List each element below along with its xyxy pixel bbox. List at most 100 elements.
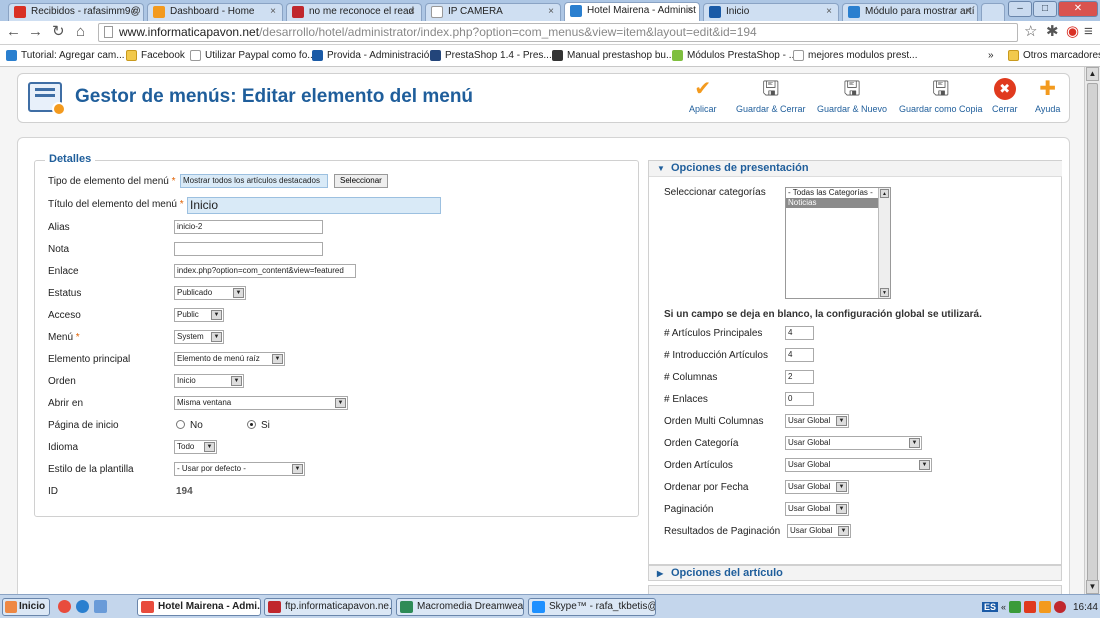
alias-input[interactable]: inicio-2 [174,220,323,234]
menu-icon[interactable]: ≡ [1084,24,1093,40]
details-legend: Detalles [45,153,96,165]
maximize-button[interactable]: □ [1033,1,1057,17]
select-type-button[interactable]: Seleccionar [334,174,388,188]
antivirus-icon[interactable] [1023,601,1036,613]
parent-select[interactable]: Elemento de menú raíz ▼ [174,352,285,366]
pagination-results-select[interactable]: Usar Global ▼ [787,524,851,538]
article-options-header[interactable]: ▶ Opciones del artículo [648,565,1062,581]
save-new-button[interactable]: 🖫 Guardar & Nuevo [817,78,887,114]
joomla-icon [848,6,860,18]
row-menu: Menú * System ▼ [48,330,348,346]
tab-hotel-mairena[interactable]: Hotel Mairena - Administ × [564,2,700,21]
task-dreamweaver[interactable]: Macromedia Dreamweav... [396,598,524,616]
close-tab-icon[interactable]: × [826,4,832,20]
multi-column-order-select[interactable]: Usar Global ▼ [785,414,849,428]
start-button[interactable]: Inicio [2,598,51,616]
bookmark-prestashop[interactable]: PrestaShop 1.4 - Pres... [430,49,552,63]
star-icon[interactable]: ☆ [1024,24,1037,40]
home-si-radio[interactable] [247,420,256,429]
columns-input[interactable]: 2 [785,370,814,384]
tab-gmail[interactable]: Recibidos - rafasimm9@ × [8,3,144,21]
home-icon[interactable]: ⌂ [76,24,85,40]
new-tab-button[interactable] [981,3,1005,21]
back-arrow-icon[interactable]: ← [6,24,21,40]
category-option-noticias[interactable]: Noticias [786,198,878,208]
close-button[interactable]: ✖ Cerrar [992,78,1018,114]
update-icon[interactable] [1038,601,1051,613]
opera-icon[interactable]: ◉ [1066,24,1079,40]
scroll-thumb[interactable] [1087,83,1098,583]
tray-expand-icon[interactable]: « [1001,602,1006,612]
close-tab-icon[interactable]: × [409,4,415,20]
page-viewport: Gestor de menús: Editar elemento del men… [0,67,1084,594]
close-tab-icon[interactable]: × [687,3,693,19]
bookmark-mejores[interactable]: mejores modulos prest... [793,49,918,63]
date-order-select[interactable]: Usar Global ▼ [785,480,849,494]
listbox-scrollbar[interactable]: ▲ ▼ [878,188,890,298]
bookmark-modulos[interactable]: Módulos PrestaShop - ... [672,49,797,63]
bookmark-manual[interactable]: Manual prestashop bu... [552,49,674,63]
other-bookmarks[interactable]: Otros marcadores [1008,49,1100,63]
bookmark-facebook[interactable]: Facebook [126,49,185,63]
language-select[interactable]: Todo ▼ [174,440,217,454]
explorer-icon[interactable] [94,600,107,613]
scroll-down-icon[interactable]: ▼ [1086,580,1099,594]
next-options-header[interactable] [648,585,1062,594]
bookmarks-more[interactable]: » [988,49,994,63]
scroll-down-icon[interactable]: ▼ [880,288,889,297]
status-select[interactable]: Publicado ▼ [174,286,246,300]
note-input[interactable] [174,242,323,256]
category-option-all[interactable]: - Todas las Categorías - [786,188,878,198]
language-indicator[interactable]: ES [981,602,998,612]
save-close-button[interactable]: 🖫 Guardar & Cerrar [736,78,806,114]
categories-listbox[interactable]: - Todas las Categorías - Noticias ▲ ▼ [785,187,891,299]
bookmark-provida[interactable]: Provida - Administración [312,49,435,63]
template-style-select[interactable]: - Usar por defecto - ▼ [174,462,305,476]
leading-articles-input[interactable]: 4 [785,326,814,340]
access-select[interactable]: Public ▼ [174,308,224,322]
tab-inicio[interactable]: Inicio × [703,3,839,21]
task-skype[interactable]: Skype™ - rafa_tkbetis@... [528,598,656,616]
reload-icon[interactable]: ↻ [52,24,65,40]
close-tab-icon[interactable]: × [270,4,276,20]
menu-select[interactable]: System ▼ [174,330,224,344]
ie-icon[interactable] [76,600,89,613]
link-input[interactable]: index.php?option=com_content&view=featur… [174,264,356,278]
help-button[interactable]: ✚ Ayuda [1035,78,1060,114]
intro-articles-input[interactable]: 4 [785,348,814,362]
close-window-button[interactable]: ✕ [1058,1,1098,17]
extension-icon[interactable]: ✱ [1046,24,1059,40]
order-select[interactable]: Inicio ▼ [174,374,244,388]
close-tab-icon[interactable]: × [548,4,554,20]
scroll-up-icon[interactable]: ▲ [1086,67,1099,81]
task-hotel-mairena[interactable]: Hotel Mairena - Admi... [137,598,261,616]
page-scrollbar[interactable]: ▲ ▼ [1084,67,1100,594]
presentation-options-header[interactable]: ▼ Opciones de presentación [649,161,1062,177]
tab-readme[interactable]: no me reconoce el read × [286,3,422,21]
save-copy-button[interactable]: 🖫 Guardar como Copia [899,78,983,114]
bookmark-tutorial[interactable]: Tutorial: Agregar cam... [6,49,125,63]
address-bar[interactable]: www.informaticapavon.net/desarrollo/hote… [98,23,1018,42]
minimize-button[interactable]: – [1008,1,1032,17]
title-input[interactable]: Inicio [187,197,441,214]
open-in-select[interactable]: Misma ventana ▼ [174,396,348,410]
article-order-select[interactable]: Usar Global ▼ [785,458,932,472]
bookmark-paypal[interactable]: Utilizar Paypal como fo... [190,49,316,63]
close-tab-icon[interactable]: × [131,4,137,20]
task-ftp[interactable]: ftp.informaticapavon.ne... [264,598,392,616]
tab-dashboard[interactable]: Dashboard - Home × [147,3,283,21]
tab-ip-camera[interactable]: IP CAMERA × [425,3,561,21]
links-input[interactable]: 0 [785,392,814,406]
menu-item-type-field[interactable]: Mostrar todos los artículos destacados [180,174,328,188]
chrome-icon[interactable] [58,600,71,613]
pagination-select[interactable]: Usar Global ▼ [785,502,849,516]
close-tab-icon[interactable]: × [965,4,971,20]
scroll-up-icon[interactable]: ▲ [880,189,889,198]
network-icon[interactable] [1008,601,1021,613]
forward-arrow-icon[interactable]: → [28,24,43,40]
tab-modulo[interactable]: Módulo para mostrar artí × [842,3,978,21]
apply-button[interactable]: ✔ Aplicar [689,78,717,114]
category-order-select[interactable]: Usar Global ▼ [785,436,922,450]
security-icon[interactable] [1053,601,1066,613]
home-no-radio[interactable] [176,420,185,429]
